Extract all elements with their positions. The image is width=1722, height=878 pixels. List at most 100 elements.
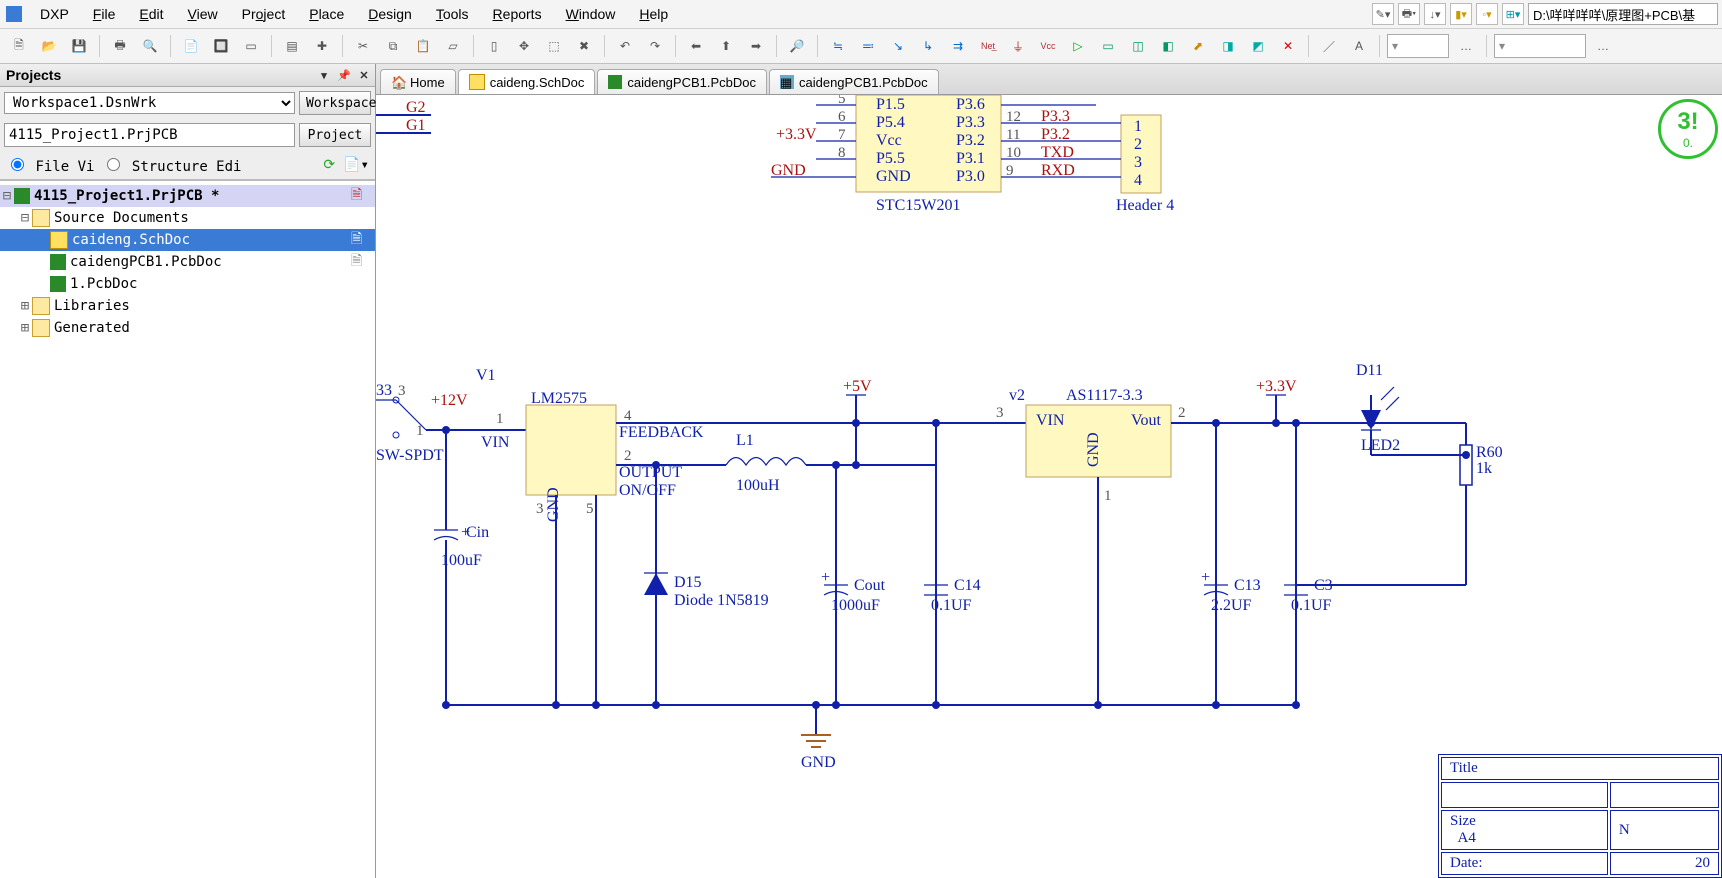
preview-icon[interactable]: 🔍 bbox=[137, 33, 163, 59]
device-sheet-icon[interactable]: ◧ bbox=[1155, 33, 1181, 59]
editor-area: 🏠Home caideng.SchDoc caidengPCB1.PcbDoc … bbox=[376, 64, 1722, 878]
panel-close-icon[interactable]: ✕ bbox=[355, 67, 373, 83]
dxp-menu[interactable]: DXP bbox=[30, 3, 79, 25]
svg-text:v2: v2 bbox=[1009, 387, 1025, 404]
tree-doc-pcb2[interactable]: 1.PcbDoc bbox=[0, 273, 375, 295]
harness-icon[interactable]: ⇉ bbox=[945, 33, 971, 59]
clear-icon[interactable]: ✖ bbox=[571, 33, 597, 59]
zoom-fit-icon[interactable]: 🔲 bbox=[208, 33, 234, 59]
file-path-box[interactable] bbox=[1528, 3, 1718, 25]
combo-more2-icon[interactable]: … bbox=[1590, 33, 1616, 59]
svg-text:8: 8 bbox=[838, 145, 846, 161]
harness-entry-icon[interactable]: ◩ bbox=[1245, 33, 1271, 59]
radio-file-view[interactable]: File Vi bbox=[6, 155, 94, 175]
zoom-doc-icon[interactable]: 📄 bbox=[178, 33, 204, 59]
menu-design[interactable]: Design bbox=[358, 3, 422, 25]
rubber-icon[interactable]: ▱ bbox=[440, 33, 466, 59]
nav-fwd-icon[interactable]: ➡ bbox=[743, 33, 769, 59]
workspace-select[interactable]: Workspace1.DsnWrk bbox=[4, 92, 295, 114]
sheetentry-icon[interactable]: ◫ bbox=[1125, 33, 1151, 59]
toolbar-down-icon[interactable]: ↓▾ bbox=[1424, 3, 1446, 25]
nav-back-icon[interactable]: ⬅ bbox=[683, 33, 709, 59]
toolbar-pencil-icon[interactable]: ✎▾ bbox=[1372, 3, 1394, 25]
tree-source-documents[interactable]: ⊟ Source Documents bbox=[0, 207, 375, 229]
project-tree[interactable]: ⊟ 4115_Project1.PrjPCB * 🗎 ⊟ Source Docu… bbox=[0, 180, 375, 878]
zoom-sel-icon[interactable]: ▭ bbox=[238, 33, 264, 59]
port-icon[interactable]: ⬈ bbox=[1185, 33, 1211, 59]
tree-doc-schdoc[interactable]: caideng.SchDoc 🗎 bbox=[0, 229, 375, 251]
pcb-alt-icon: ▦ bbox=[780, 75, 794, 89]
open-icon[interactable]: 📂 bbox=[36, 33, 62, 59]
part-icon[interactable]: ▷ bbox=[1065, 33, 1091, 59]
toolbar-cap-icon[interactable]: ◦▾ bbox=[1476, 3, 1498, 25]
harness-conn-icon[interactable]: ◨ bbox=[1215, 33, 1241, 59]
tree-libraries[interactable]: ⊞ Libraries bbox=[0, 295, 375, 317]
scale-combo[interactable]: ▾ bbox=[1494, 34, 1586, 58]
toolbar-res-icon[interactable]: ▮▾ bbox=[1450, 3, 1472, 25]
menu-bar: DXP File Edit View Project Place Design … bbox=[0, 0, 1722, 29]
new-doc-icon[interactable]: 🗎 bbox=[6, 33, 32, 59]
save-icon[interactable]: 💾 bbox=[66, 33, 92, 59]
copy-icon[interactable]: ⧉ bbox=[380, 33, 406, 59]
menu-tools[interactable]: Tools bbox=[426, 3, 479, 25]
tree-generated[interactable]: ⊞ Generated bbox=[0, 317, 375, 339]
tree-project-node[interactable]: ⊟ 4115_Project1.PrjPCB * 🗎 bbox=[0, 185, 375, 207]
menu-reports[interactable]: Reports bbox=[483, 3, 552, 25]
combo-more-icon[interactable]: … bbox=[1453, 33, 1479, 59]
tree-refresh-icon[interactable]: ⟳ bbox=[323, 157, 335, 173]
svg-text:2: 2 bbox=[1178, 405, 1186, 421]
cross-icon[interactable]: ✚ bbox=[309, 33, 335, 59]
select-icon[interactable]: ▯ bbox=[481, 33, 507, 59]
line-icon[interactable]: ／ bbox=[1316, 33, 1342, 59]
menu-edit[interactable]: Edit bbox=[129, 3, 173, 25]
tab-home[interactable]: 🏠Home bbox=[380, 69, 456, 94]
paste-icon[interactable]: 📋 bbox=[410, 33, 436, 59]
deselect-icon[interactable]: ⬚ bbox=[541, 33, 567, 59]
menu-window[interactable]: Window bbox=[556, 3, 626, 25]
svg-text:6: 6 bbox=[838, 109, 846, 125]
wire-icon[interactable]: ≒ bbox=[825, 33, 851, 59]
vcc-icon[interactable]: Vcc bbox=[1035, 33, 1061, 59]
hierarchy-icon[interactable]: ▤ bbox=[279, 33, 305, 59]
panel-menu-icon[interactable]: ▾ bbox=[315, 67, 333, 83]
bus-icon[interactable]: ≕ bbox=[855, 33, 881, 59]
signal-icon[interactable]: ↳ bbox=[915, 33, 941, 59]
doc-icon: 🗎 bbox=[351, 250, 365, 274]
svg-text:SW-SPDT: SW-SPDT bbox=[376, 447, 444, 464]
redo-icon[interactable]: ↷ bbox=[642, 33, 668, 59]
print-icon[interactable]: 🖶 bbox=[107, 33, 133, 59]
browse-icon[interactable]: 🔎 bbox=[784, 33, 810, 59]
radio-structure-editor[interactable]: Structure Edi bbox=[102, 155, 241, 175]
menu-place[interactable]: Place bbox=[299, 3, 354, 25]
project-box[interactable] bbox=[4, 123, 295, 147]
tab-schdoc[interactable]: caideng.SchDoc bbox=[458, 69, 596, 94]
svg-text:D15: D15 bbox=[674, 574, 702, 591]
gnd-icon[interactable]: ⏚ bbox=[1005, 33, 1031, 59]
text-icon[interactable]: A bbox=[1346, 33, 1372, 59]
menu-project[interactable]: Project bbox=[232, 3, 296, 25]
sheet-icon[interactable]: ▭ bbox=[1095, 33, 1121, 59]
menu-view[interactable]: View bbox=[178, 3, 228, 25]
mode-combo[interactable]: ▾ bbox=[1387, 34, 1449, 58]
menu-file[interactable]: File bbox=[83, 3, 126, 25]
cut-icon[interactable]: ✂ bbox=[350, 33, 376, 59]
menu-help[interactable]: Help bbox=[629, 3, 678, 25]
tab-pcb1[interactable]: caidengPCB1.PcbDoc bbox=[597, 69, 767, 94]
move-icon[interactable]: ✥ bbox=[511, 33, 537, 59]
toolbar-grid-icon[interactable]: ⊞▾ bbox=[1502, 3, 1524, 25]
nav-up-icon[interactable]: ⬆ bbox=[713, 33, 739, 59]
tree-settings-icon[interactable]: 📄▾ bbox=[343, 157, 369, 173]
noerp-icon[interactable]: ✕ bbox=[1275, 33, 1301, 59]
workspace-button[interactable]: Workspace bbox=[299, 91, 371, 115]
project-button[interactable]: Project bbox=[299, 123, 371, 147]
busentry-icon[interactable]: ↘ bbox=[885, 33, 911, 59]
svg-text:10: 10 bbox=[1006, 145, 1021, 161]
toolbar-print-icon[interactable]: 🖶▾ bbox=[1398, 3, 1420, 25]
undo-icon[interactable]: ↶ bbox=[612, 33, 638, 59]
tree-doc-pcb1[interactable]: caidengPCB1.PcbDoc 🗎 bbox=[0, 251, 375, 273]
panel-pin-icon[interactable]: 📌 bbox=[335, 67, 353, 83]
netlabel-icon[interactable]: Net̲ bbox=[975, 33, 1001, 59]
tab-pcb2[interactable]: ▦caidengPCB1.PcbDoc bbox=[769, 69, 939, 94]
schematic-canvas[interactable]: 3! 0. G2 G1 P1.5 P5.4 Vcc P5.5 GND P3.6 … bbox=[376, 95, 1722, 878]
svg-text:1k: 1k bbox=[1476, 460, 1492, 477]
